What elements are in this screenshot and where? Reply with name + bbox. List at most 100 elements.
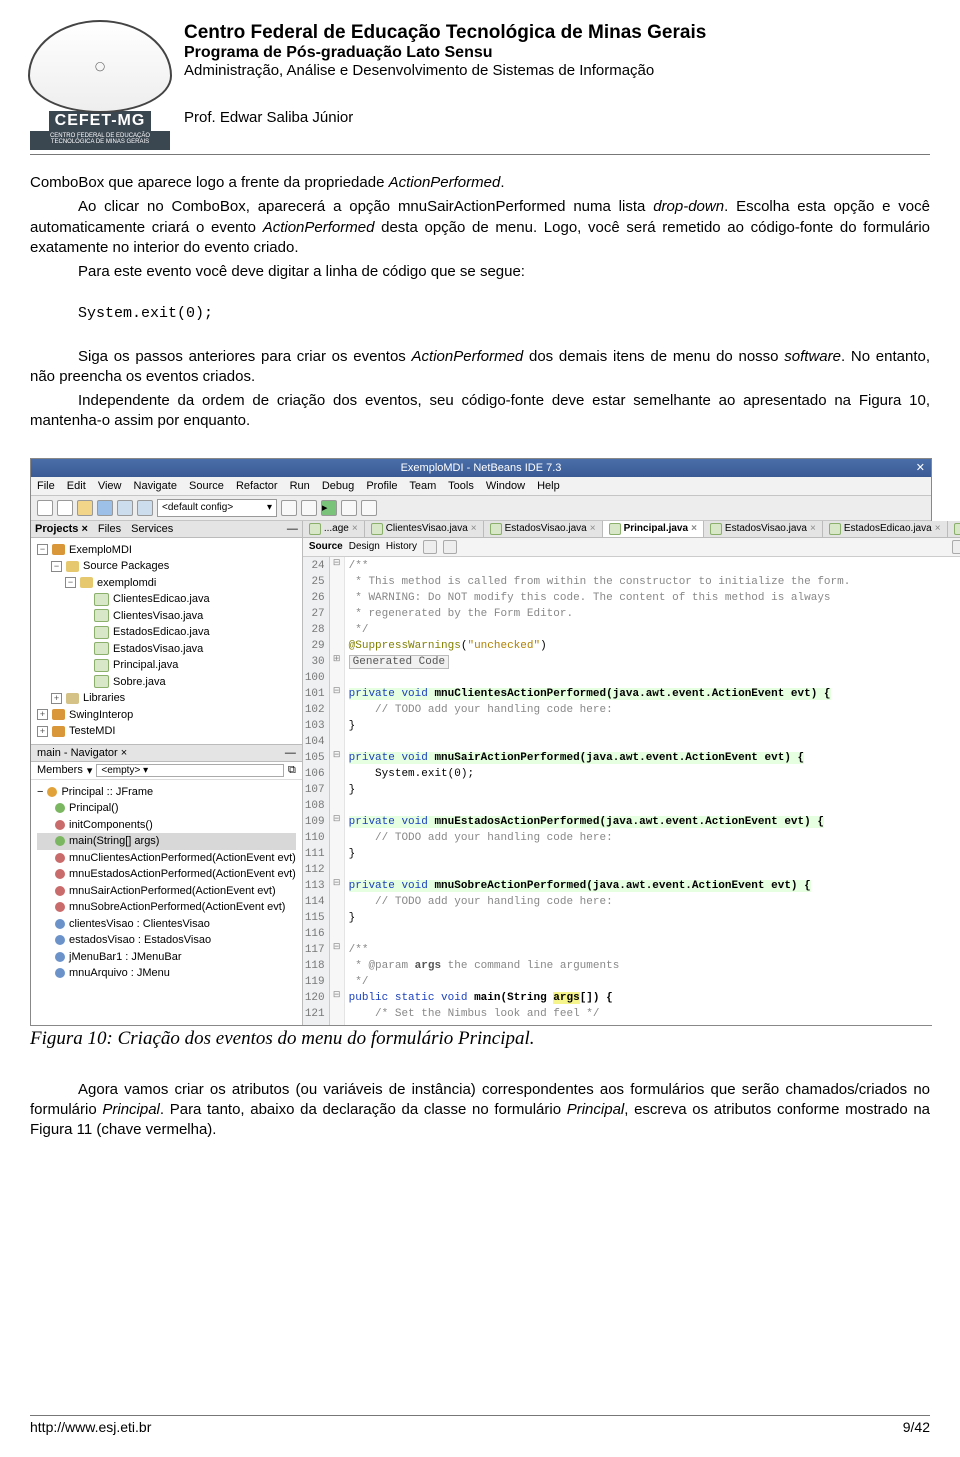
editor-tab[interactable]: EstadosVisao.java× (484, 521, 603, 537)
menu-item[interactable]: Debug (322, 480, 354, 492)
editor-tab[interactable]: ...age× (303, 521, 365, 537)
menu-item[interactable]: Edit (67, 480, 86, 492)
close-tab-icon[interactable]: × (590, 523, 596, 534)
menu-item[interactable]: File (37, 480, 55, 492)
fold-marker[interactable] (330, 1005, 344, 1021)
editor-tab[interactable]: EstadosVisao.java× (704, 521, 823, 537)
navigator-node[interactable]: Principal() (37, 800, 296, 817)
navigator-node[interactable]: −Principal :: JFrame (37, 784, 296, 801)
tree-node[interactable]: EstadosEdicao.java (37, 624, 296, 641)
new-file-icon[interactable] (37, 500, 53, 516)
config-combobox[interactable]: <default config>▾ (157, 499, 277, 517)
tree-node[interactable]: +SwingInterop (37, 707, 296, 724)
menu-item[interactable]: View (98, 480, 122, 492)
tree-node[interactable]: −ExemploMDI (37, 542, 296, 559)
fold-marker[interactable] (330, 909, 344, 925)
menu-item[interactable]: Window (486, 480, 525, 492)
tree-node[interactable]: EstadosVisao.java (37, 641, 296, 658)
fold-marker[interactable] (330, 973, 344, 989)
menu-item[interactable]: Run (290, 480, 310, 492)
navigator-node[interactable]: estadosVisao : EstadosVisao (37, 932, 296, 949)
filter-empty-combo[interactable]: <empty> ▾ (96, 764, 284, 777)
tree-node[interactable]: ClientesVisao.java (37, 608, 296, 625)
filter-icon[interactable]: ⧉ (288, 764, 296, 777)
navigator-node[interactable]: main(String[] args) (37, 833, 296, 850)
navigator-node[interactable]: jMenuBar1 : JMenuBar (37, 949, 296, 966)
fold-marker[interactable] (330, 957, 344, 973)
build-icon[interactable] (281, 500, 297, 516)
tab-services[interactable]: Services (131, 523, 173, 535)
undo-icon[interactable] (117, 500, 133, 516)
new-project-icon[interactable] (57, 500, 73, 516)
editor-tab[interactable]: ClientesEdicao.java× (948, 521, 960, 537)
navigator-node[interactable]: clientesVisao : ClientesVisao (37, 916, 296, 933)
fold-marker[interactable] (330, 589, 344, 605)
fold-marker[interactable] (330, 733, 344, 749)
tree-node[interactable]: +Libraries (37, 690, 296, 707)
profile-icon[interactable] (361, 500, 377, 516)
navigator-node[interactable]: mnuSairActionPerformed(ActionEvent evt) (37, 883, 296, 900)
fold-marker[interactable] (330, 765, 344, 781)
nav-back-icon[interactable] (423, 540, 437, 554)
chevron-down-icon[interactable]: ▾ (87, 764, 93, 777)
code-area[interactable]: /** * This method is called from within … (345, 557, 855, 1025)
editor-tab[interactable]: ClientesVisao.java× (365, 521, 484, 537)
fold-marker[interactable] (330, 781, 344, 797)
expand-icon[interactable]: + (37, 709, 48, 720)
editor-tab[interactable]: Principal.java× (603, 521, 704, 537)
navigator-node[interactable]: mnuArquivo : JMenu (37, 965, 296, 982)
tree-node[interactable]: Principal.java (37, 657, 296, 674)
close-tab-icon[interactable]: × (810, 523, 816, 534)
editor-tab[interactable]: EstadosEdicao.java× (823, 521, 948, 537)
close-tab-icon[interactable]: × (691, 523, 697, 534)
close-tab-icon[interactable]: × (352, 523, 358, 534)
expand-icon[interactable]: − (37, 544, 48, 555)
expand-icon[interactable]: − (51, 561, 62, 572)
fold-marker[interactable] (330, 861, 344, 877)
debug-icon[interactable] (341, 500, 357, 516)
fold-marker[interactable]: ⊟ (330, 989, 344, 1005)
fold-marker[interactable] (330, 669, 344, 685)
fold-marker[interactable]: ⊟ (330, 557, 344, 573)
open-icon[interactable] (77, 500, 93, 516)
minimize-icon[interactable]: — (287, 523, 298, 535)
fold-marker[interactable] (330, 797, 344, 813)
fold-marker[interactable] (330, 637, 344, 653)
menu-item[interactable]: Help (537, 480, 560, 492)
fold-marker[interactable] (330, 621, 344, 637)
fold-marker[interactable] (330, 605, 344, 621)
fold-marker[interactable] (330, 893, 344, 909)
close-icon[interactable]: ✕ (916, 461, 925, 474)
tab-history[interactable]: History (386, 541, 417, 552)
navigator-node[interactable]: mnuClientesActionPerformed(ActionEvent e… (37, 850, 296, 867)
navigator-node[interactable]: mnuSobreActionPerformed(ActionEvent evt) (37, 899, 296, 916)
fold-marker[interactable]: ⊟ (330, 685, 344, 701)
close-tab-icon[interactable]: × (471, 523, 477, 534)
menu-item[interactable]: Refactor (236, 480, 278, 492)
fold-marker[interactable] (330, 925, 344, 941)
tab-source[interactable]: Source (309, 541, 343, 552)
menu-item[interactable]: Source (189, 480, 224, 492)
redo-icon[interactable] (137, 500, 153, 516)
toolbar-icon[interactable] (952, 540, 960, 554)
clean-build-icon[interactable] (301, 500, 317, 516)
navigator-node[interactable]: initComponents() (37, 817, 296, 834)
fold-marker[interactable] (330, 701, 344, 717)
nav-fwd-icon[interactable] (443, 540, 457, 554)
tree-node[interactable]: +TesteMDI (37, 723, 296, 740)
expand-icon[interactable]: − (65, 577, 76, 588)
fold-marker[interactable]: ⊟ (330, 941, 344, 957)
fold-marker[interactable] (330, 717, 344, 733)
fold-marker[interactable]: ⊞ (330, 653, 344, 669)
tree-node[interactable]: ClientesEdicao.java (37, 591, 296, 608)
fold-marker[interactable]: ⊟ (330, 749, 344, 765)
expand-icon[interactable]: + (37, 726, 48, 737)
close-tab-icon[interactable]: × (935, 523, 941, 534)
expand-icon[interactable]: + (51, 693, 62, 704)
fold-marker[interactable] (330, 829, 344, 845)
minimize-icon[interactable]: — (285, 747, 296, 759)
save-all-icon[interactable] (97, 500, 113, 516)
tree-node[interactable]: −exemplomdi (37, 575, 296, 592)
expand-icon[interactable]: − (37, 784, 43, 801)
run-icon[interactable]: ▸ (321, 500, 337, 516)
